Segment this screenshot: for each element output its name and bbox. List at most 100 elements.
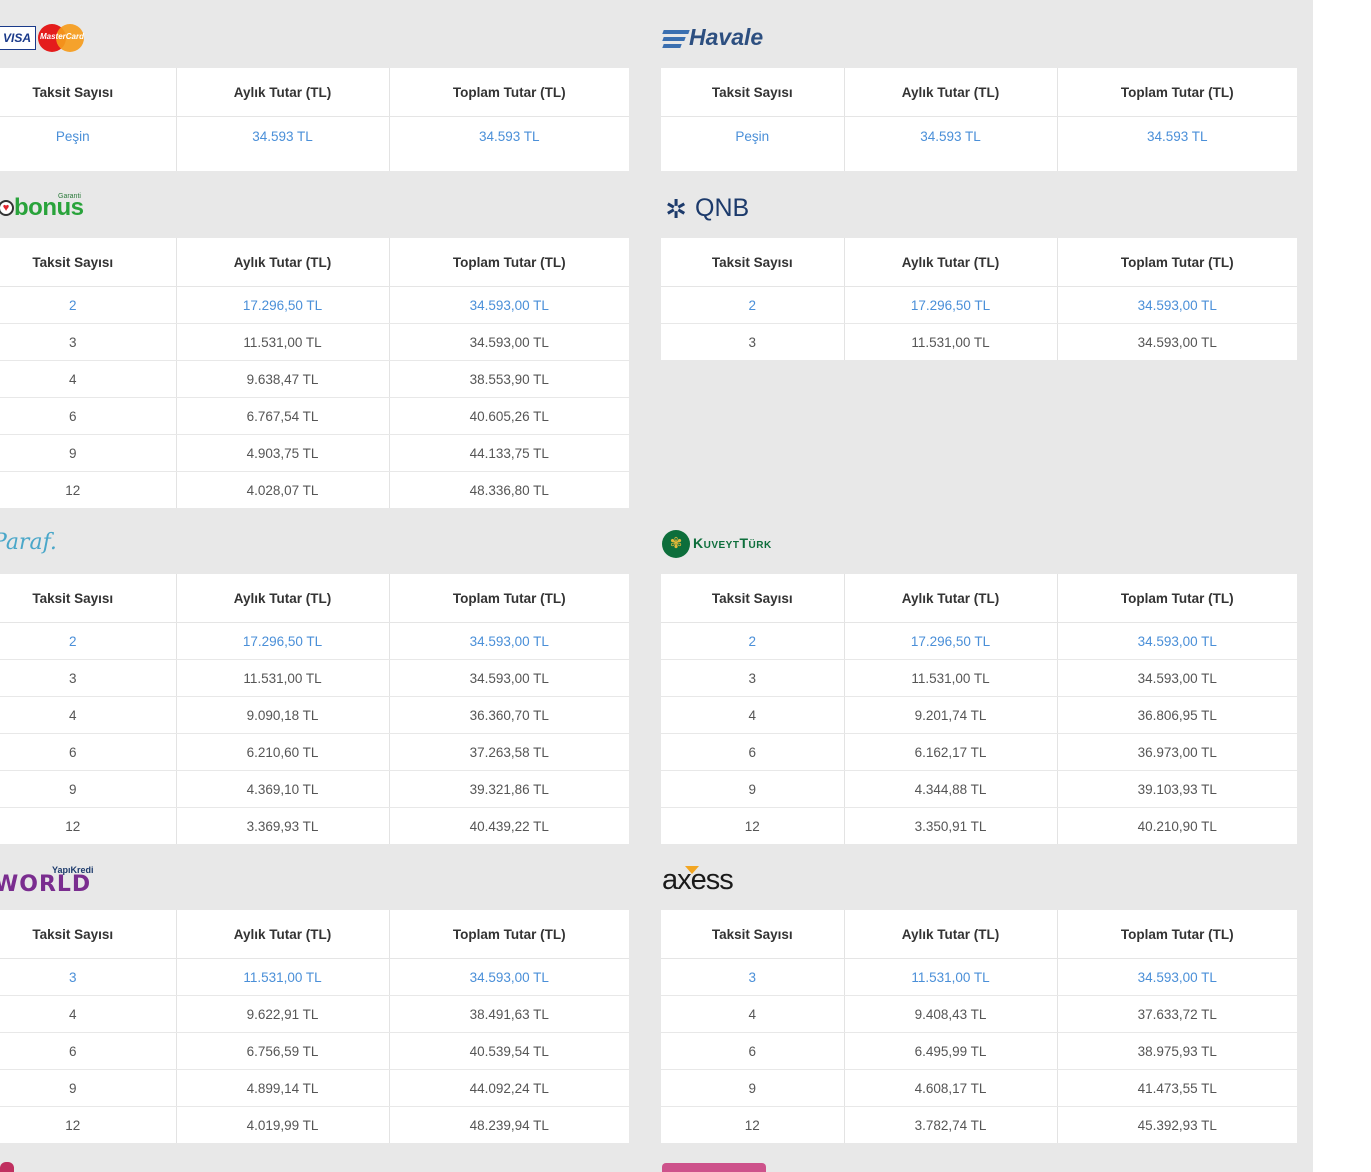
table-body: 2 17.296,50 TL 34.593,00 TL 3 11.531,00 TL 34…: [0, 622, 629, 844]
installment-count-cell: 9: [0, 770, 176, 808]
total-amount-cell: 45.392,93 TL: [1056, 1106, 1297, 1143]
bonus-logo: ♥ bonus Garanti: [0, 180, 629, 238]
installment-count-cell: 6: [661, 1032, 844, 1070]
monthly-amount-cell: 4.903,75 TL: [175, 434, 389, 472]
table-row: 9 4.608,17 TL 41.473,55 TL: [661, 1069, 1297, 1107]
installment-count-cell: Peşin: [735, 129, 770, 144]
installment-count-cell: 3: [0, 323, 176, 361]
total-amount-cell: 44.092,24 TL: [388, 1069, 629, 1107]
column-header: Taksit Sayısı: [0, 238, 176, 287]
column-header: Taksit Sayısı: [0, 910, 176, 959]
total-amount-cell: 36.360,70 TL: [388, 696, 629, 734]
table-row: 12 3.350,91 TL 40.210,90 TL: [661, 807, 1297, 844]
installment-count-cell: 9: [661, 770, 844, 808]
column-header: Taksit Sayısı: [661, 910, 844, 959]
installment-count-cell: 12: [65, 818, 81, 834]
installment-table: Taksit Sayısı Aylık Tutar (TL) Toplam Tuta…: [0, 238, 629, 508]
total-amount-cell: 36.806,95 TL: [1056, 696, 1297, 734]
bank-world-section: YapıKredi WORLD Taksit Sayısı Aylık Tutar…: [0, 852, 629, 1143]
table-header-row: Taksit Sayısı Aylık Tutar (TL) Toplam Tuta…: [661, 574, 1297, 623]
column-header: Aylık Tutar (TL): [843, 238, 1057, 287]
monthly-amount-cell: 9.090,18 TL: [175, 696, 389, 734]
monthly-amount-cell: 11.531,00 TL: [175, 659, 389, 697]
column-header: Aylık Tutar (TL): [175, 68, 389, 117]
total-amount-cell: 48.336,80 TL: [388, 471, 629, 508]
table-row[interactable]: 2 17.296,50 TL 34.593,00 TL: [0, 286, 629, 324]
palm-icon: ✾: [662, 530, 690, 558]
table-row[interactable]: 3 11.531,00 TL 34.593,00 TL: [0, 958, 629, 996]
table-row: 3 11.531,00 TL 34.593,00 TL: [0, 659, 629, 697]
table-row[interactable]: Peşin 34.593 TL 34.593 TL: [661, 116, 1297, 171]
table-body: Peşin 34.593 TL 34.593 TL: [661, 116, 1297, 171]
table-row: 3 11.531,00 TL 34.593,00 TL: [661, 323, 1297, 360]
table-header-row: Taksit Sayısı Aylık Tutar (TL) Toplam Tuta…: [0, 238, 629, 287]
installment-count-cell: 2: [661, 622, 844, 660]
column-header: Toplam Tutar (TL): [1056, 68, 1297, 117]
table-row[interactable]: 2 17.296,50 TL 34.593,00 TL: [661, 286, 1297, 324]
table-body: 3 11.531,00 TL 34.593,00 TL 4 9.622,91 TL 38.…: [0, 958, 629, 1143]
table-row[interactable]: 3 11.531,00 TL 34.593,00 TL: [661, 958, 1297, 996]
table-row[interactable]: 2 17.296,50 TL 34.593,00 TL: [661, 622, 1297, 660]
total-amount-cell: 34.593 TL: [388, 116, 629, 171]
total-amount-cell: 44.133,75 TL: [388, 434, 629, 472]
total-amount-cell: 38.553,90 TL: [388, 360, 629, 398]
table-row: 4 9.201,74 TL 36.806,95 TL: [661, 696, 1297, 734]
column-header: Taksit Sayısı: [661, 238, 844, 287]
monthly-amount-cell: 6.767,54 TL: [175, 397, 389, 435]
table-row: 6 6.756,59 TL 40.539,54 TL: [0, 1032, 629, 1070]
havale-icon: [662, 30, 690, 48]
heart-icon: ♥: [0, 200, 14, 216]
bank-card-section: VISA MasterCard Taksit Sayısı Aylık Tutar…: [0, 10, 629, 171]
table-header-row: Taksit Sayısı Aylık Tutar (TL) Toplam Tuta…: [661, 68, 1297, 117]
total-amount-cell: 34.593,00 TL: [388, 659, 629, 697]
installment-count-cell: 3: [748, 334, 756, 350]
table-header-row: Taksit Sayısı Aylık Tutar (TL) Toplam Tuta…: [0, 910, 629, 959]
table-row[interactable]: 2 17.296,50 TL 34.593,00 TL: [0, 622, 629, 660]
column-header: Toplam Tutar (TL): [388, 574, 629, 623]
mastercard-icon: MasterCard: [38, 24, 86, 52]
installment-table: Taksit Sayısı Aylık Tutar (TL) Toplam Tuta…: [661, 68, 1297, 171]
total-amount-cell: 37.263,58 TL: [388, 733, 629, 771]
monthly-amount-cell: 9.408,43 TL: [843, 995, 1057, 1033]
next-bank-logo-left: [0, 1162, 14, 1172]
table-row: 12 3.369,93 TL 40.439,22 TL: [0, 807, 629, 844]
table-body: 2 17.296,50 TL 34.593,00 TL 3 11.531,00 TL 34…: [661, 622, 1297, 844]
monthly-amount-cell: 4.899,14 TL: [175, 1069, 389, 1107]
monthly-amount-cell: 17.296,50 TL: [843, 622, 1057, 660]
kuveyt-logo: ✾ KuveytTürk: [661, 516, 1297, 574]
bank-bonus-section: ♥ bonus Garanti Taksit Sayısı Aylık Tutar…: [0, 180, 629, 508]
visa-mastercard-logo: VISA MasterCard: [0, 10, 629, 68]
monthly-amount-cell: 4.019,99 TL: [175, 1106, 389, 1143]
total-amount-cell: 38.975,93 TL: [1056, 1032, 1297, 1070]
installment-table: Taksit Sayısı Aylık Tutar (TL) Toplam Tuta…: [661, 910, 1297, 1143]
installment-count-cell: 3: [0, 659, 176, 697]
monthly-amount-cell: 4.028,07 TL: [175, 471, 389, 508]
table-row: 12 4.028,07 TL 48.336,80 TL: [0, 471, 629, 508]
installment-count-cell: 2: [0, 286, 176, 324]
installment-count-cell: 6: [661, 733, 844, 771]
column-header: Aylık Tutar (TL): [843, 574, 1057, 623]
total-amount-cell: 48.239,94 TL: [388, 1106, 629, 1143]
column-header: Toplam Tutar (TL): [388, 238, 629, 287]
axess-logo: axess: [662, 864, 734, 896]
monthly-amount-cell: 9.622,91 TL: [175, 995, 389, 1033]
monthly-amount-cell: 11.531,00 TL: [843, 958, 1057, 996]
table-row: 3 11.531,00 TL 34.593,00 TL: [0, 323, 629, 361]
installment-count-cell: 9: [661, 1069, 844, 1107]
total-amount-cell: 39.321,86 TL: [388, 770, 629, 808]
next-bank-logo-right: [662, 1163, 766, 1172]
total-amount-cell: 34.593,00 TL: [388, 286, 629, 324]
table-row: 12 3.782,74 TL 45.392,93 TL: [661, 1106, 1297, 1143]
total-amount-cell: 40.539,54 TL: [388, 1032, 629, 1070]
paraf-logo: Paraf.: [0, 530, 57, 555]
total-amount-cell: 41.473,55 TL: [1056, 1069, 1297, 1107]
total-amount-cell: 36.973,00 TL: [1056, 733, 1297, 771]
monthly-amount-cell: 34.593 TL: [175, 116, 389, 171]
table-row[interactable]: Peşin 34.593 TL 34.593 TL: [0, 116, 629, 171]
monthly-amount-cell: 6.210,60 TL: [175, 733, 389, 771]
installment-count-cell: 3: [661, 659, 844, 697]
column-header: Toplam Tutar (TL): [1056, 574, 1297, 623]
installment-count-cell: 6: [0, 1032, 176, 1070]
table-header-row: Taksit Sayısı Aylık Tutar (TL) Toplam Tuta…: [0, 574, 629, 623]
monthly-amount-cell: 17.296,50 TL: [175, 622, 389, 660]
